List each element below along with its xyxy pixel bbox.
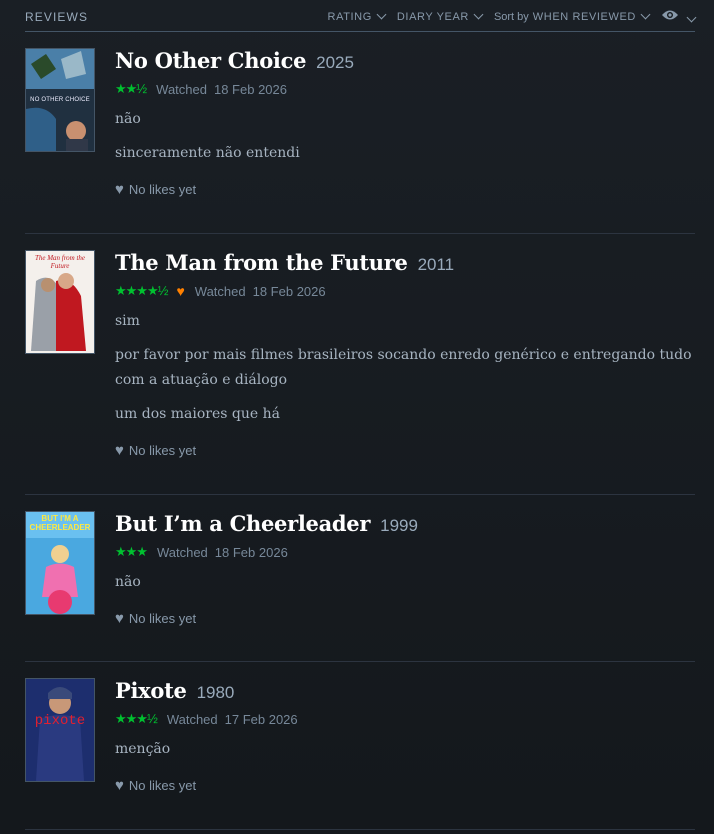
- eye-icon: [661, 10, 678, 20]
- poster-pixote[interactable]: pixote: [25, 678, 95, 782]
- poster-but-im-a-cheerleader[interactable]: BUT I'M A CHEERLEADER: [25, 511, 95, 615]
- review-text: não: [115, 574, 141, 590]
- film-title[interactable]: Pixote: [115, 678, 187, 703]
- diary-year-filter[interactable]: DIARY YEAR: [396, 9, 484, 23]
- title-line: No Other Choice 2025: [115, 48, 695, 73]
- review-meta: ★★★ Watched 18 Feb 2026: [115, 544, 695, 560]
- review-meta: ★★½ Watched 18 Feb 2026: [115, 81, 695, 97]
- likes-row[interactable]: ♥ No likes yet: [115, 610, 695, 627]
- film-title[interactable]: But I’m a Cheerleader: [115, 511, 370, 536]
- likes-label: No likes yet: [128, 443, 197, 458]
- title-line: The Man from the Future 2011: [115, 250, 695, 275]
- review-meta: ★★★★½ ♥ Watched 18 Feb 2026: [115, 283, 695, 299]
- review-content: No Other Choice 2025 ★★½ Watched 18 Feb …: [115, 48, 695, 198]
- poster-caption: The Man from the Future: [34, 254, 86, 270]
- watched-date[interactable]: 18 Feb 2026: [253, 284, 326, 299]
- film-title[interactable]: The Man from the Future: [115, 250, 408, 275]
- title-line: Pixote 1980: [115, 678, 695, 703]
- section-title: REVIEWS: [25, 9, 89, 24]
- watched-date[interactable]: 18 Feb 2026: [215, 545, 288, 560]
- heart-icon: ♥: [115, 181, 124, 198]
- review-content: But I’m a Cheerleader 1999 ★★★ Watched 1…: [115, 511, 695, 627]
- chevron-down-icon: [473, 9, 484, 20]
- likes-label: No likes yet: [128, 778, 197, 793]
- review-content: The Man from the Future 2011 ★★★★½ ♥ Wat…: [115, 250, 695, 459]
- watched-label: Watched: [166, 711, 218, 727]
- title-line: But I’m a Cheerleader 1999: [115, 511, 695, 536]
- review-content: Pixote 1980 ★★★½ Watched 17 Feb 2026 men…: [115, 678, 695, 794]
- reviews-header: REVIEWS RATING DIARY YEAR Sort by WHEN R…: [25, 0, 697, 32]
- watched-label: Watched: [156, 81, 207, 97]
- watched-date[interactable]: 18 Feb 2026: [214, 82, 287, 97]
- chevron-down-icon: [686, 12, 697, 23]
- heart-icon: ♥: [115, 442, 124, 459]
- review-item: The Man from the Future The Man from the…: [25, 250, 695, 495]
- sort-dropdown[interactable]: Sort by WHEN REVIEWED: [493, 9, 651, 23]
- likes-row[interactable]: ♥ No likes yet: [115, 442, 695, 459]
- sort-prefix: Sort by: [493, 10, 529, 23]
- film-title[interactable]: No Other Choice: [115, 48, 306, 73]
- review-text: um dos maiores que há: [115, 406, 280, 422]
- film-year[interactable]: 1980: [197, 683, 235, 703]
- filter-controls: RATING DIARY YEAR Sort by WHEN REVIEWED: [316, 9, 697, 24]
- sort-value: WHEN REVIEWED: [532, 10, 636, 23]
- review-text: menção: [115, 741, 171, 757]
- review-text: sim: [115, 313, 140, 329]
- watched-date[interactable]: 17 Feb 2026: [225, 712, 298, 727]
- film-year[interactable]: 1999: [380, 516, 418, 536]
- rating-filter-label: RATING: [327, 10, 372, 23]
- watched-label: Watched: [156, 544, 208, 560]
- likes-label: No likes yet: [128, 182, 197, 197]
- watched-label: Watched: [194, 283, 246, 299]
- rating-filter[interactable]: RATING: [327, 9, 387, 23]
- review-text: não: [115, 111, 141, 127]
- star-rating: ★★★★½: [115, 283, 168, 298]
- heart-icon: ♥: [115, 610, 124, 627]
- star-rating: ★★★½: [115, 711, 158, 726]
- liked-heart-icon: ♥: [176, 283, 185, 299]
- poster-no-other-choice[interactable]: NO OTHER CHOICE: [25, 48, 95, 152]
- poster-caption: pixote: [34, 713, 86, 729]
- chevron-down-icon: [376, 9, 387, 20]
- review-item: pixote Pixote 1980 ★★★½ Watched 17 Feb 2…: [25, 678, 695, 830]
- review-text: sinceramente não entendi: [115, 145, 300, 161]
- star-rating: ★★★: [115, 544, 148, 559]
- visibility-toggle[interactable]: [661, 9, 697, 24]
- review-text: por favor por mais filmes brasileiros so…: [115, 347, 692, 388]
- review-item: NO OTHER CHOICE No Other Choice 2025 ★★½…: [25, 48, 695, 234]
- review-meta: ★★★½ Watched 17 Feb 2026: [115, 711, 695, 727]
- diary-year-label: DIARY YEAR: [396, 10, 469, 23]
- poster-caption: NO OTHER CHOICE: [30, 97, 90, 103]
- film-year[interactable]: 2011: [418, 255, 455, 275]
- poster-image: [26, 679, 94, 781]
- review-item: BUT I'M A CHEERLEADER But I’m a Cheerlea…: [25, 511, 695, 662]
- poster-caption: BUT I'M A CHEERLEADER: [29, 514, 91, 532]
- likes-label: No likes yet: [128, 611, 197, 626]
- poster-man-from-the-future[interactable]: The Man from the Future: [25, 250, 95, 354]
- film-year[interactable]: 2025: [316, 53, 354, 73]
- likes-row[interactable]: ♥ No likes yet: [115, 777, 695, 794]
- heart-icon: ♥: [115, 777, 124, 794]
- chevron-down-icon: [640, 9, 651, 20]
- likes-row[interactable]: ♥ No likes yet: [115, 181, 695, 198]
- star-rating: ★★½: [115, 81, 147, 96]
